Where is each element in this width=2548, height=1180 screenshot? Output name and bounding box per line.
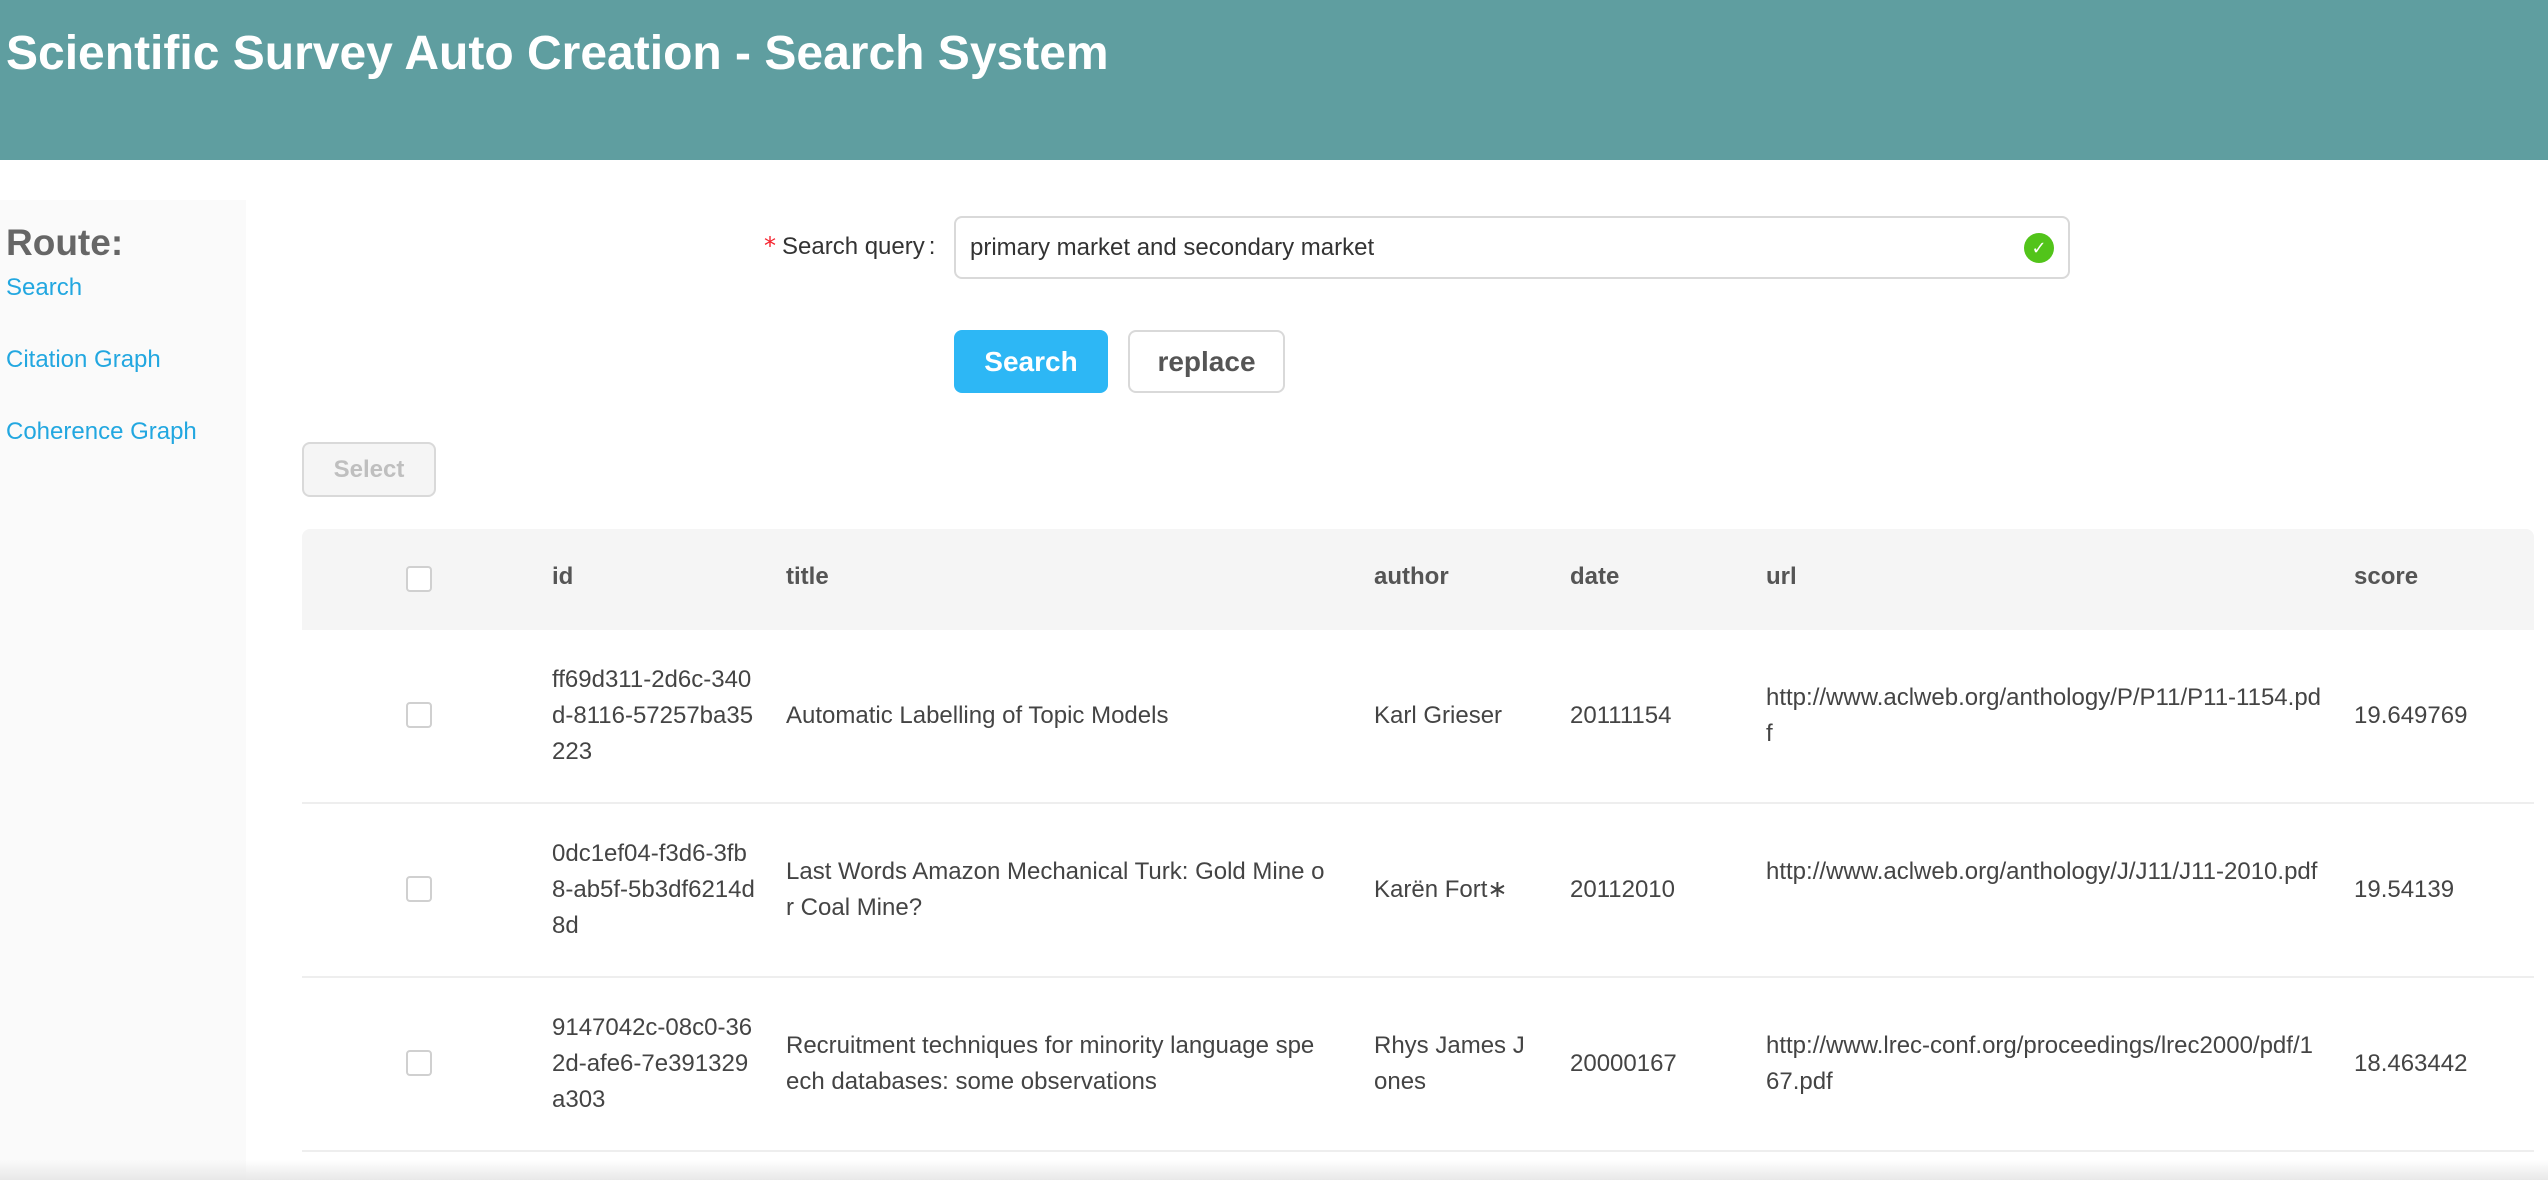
column-header-date[interactable]: date xyxy=(1570,563,1619,591)
cell-title: Automatic Labelling of Topic Models xyxy=(786,702,1169,729)
search-query-label-colon: : xyxy=(928,233,936,260)
cell-title: Recruitment techniques for minority lang… xyxy=(786,1032,1315,1095)
column-header-url[interactable]: url xyxy=(1766,563,1797,591)
cell-id: ff69d311-2d6c-340d-8116-57257ba35223 xyxy=(552,666,754,765)
page-bottom-shadow xyxy=(0,1160,2548,1180)
cell-date: 20112010 xyxy=(1570,876,1675,903)
replace-button[interactable]: replace xyxy=(1128,330,1285,393)
cell-title: Last Words Amazon Mechanical Turk: Gold … xyxy=(786,858,1325,921)
search-input[interactable] xyxy=(970,218,1970,277)
search-query-label-text: Search query xyxy=(782,233,925,260)
column-header-id[interactable]: id xyxy=(552,563,573,591)
column-header-author[interactable]: author xyxy=(1374,563,1449,591)
row-checkbox[interactable] xyxy=(406,702,432,728)
row-checkbox[interactable] xyxy=(406,876,432,902)
column-header-score[interactable]: score xyxy=(2354,563,2418,591)
cell-url: http://www.aclweb.org/anthology/P/P11/P1… xyxy=(1766,684,2322,747)
cell-score: 19.54139 xyxy=(2354,876,2455,903)
cell-url: http://www.lrec-conf.org/proceedings/lre… xyxy=(1766,1032,2313,1095)
sidebar: Route: Search Citation Graph Coherence G… xyxy=(0,200,246,1180)
table-header: id title author date url score xyxy=(302,529,2534,630)
cell-id: 9147042c-08c0-362d-afe6-7e391329a303 xyxy=(552,1014,753,1113)
sidebar-item-coherence-graph[interactable]: Coherence Graph xyxy=(6,418,197,446)
cell-url: http://www.aclweb.org/anthology/J/J11/J1… xyxy=(1766,858,2318,885)
cell-score: 19.649769 xyxy=(2354,702,2468,729)
required-mark: * xyxy=(764,232,776,260)
check-circle-icon: ✓ xyxy=(2024,233,2054,263)
sidebar-item-search[interactable]: Search xyxy=(6,274,82,302)
cell-author: Karl Grieser xyxy=(1374,702,1503,729)
cell-author: Rhys James Jones xyxy=(1374,1032,1525,1095)
select-button[interactable]: Select xyxy=(302,442,436,497)
search-query-label: * Search query: xyxy=(764,232,935,261)
sidebar-item-citation-graph[interactable]: Citation Graph xyxy=(6,346,161,374)
search-input-wrapper: ✓ xyxy=(954,216,2070,279)
sidebar-title: Route: xyxy=(6,222,124,263)
cell-date: 20000167 xyxy=(1570,1050,1677,1077)
table-row[interactable]: 0dc1ef04-f3d6-3fb8-ab5f-5b3df6214d8d Las… xyxy=(302,804,2534,978)
select-all-checkbox[interactable] xyxy=(406,566,432,592)
row-checkbox[interactable] xyxy=(406,1050,432,1076)
app-header: Scientific Survey Auto Creation - Search… xyxy=(0,0,2548,160)
cell-date: 20111154 xyxy=(1570,702,1672,729)
results-table: id title author date url score ff69d311-… xyxy=(302,529,2534,1152)
cell-id: 0dc1ef04-f3d6-3fb8-ab5f-5b3df6214d8d xyxy=(552,840,755,939)
cell-author: Karën Fort∗ xyxy=(1374,876,1508,903)
app-title: Scientific Survey Auto Creation - Search… xyxy=(6,27,1109,80)
table-row[interactable]: ff69d311-2d6c-340d-8116-57257ba35223 Aut… xyxy=(302,630,2534,804)
search-button[interactable]: Search xyxy=(954,330,1108,393)
table-row[interactable]: 9147042c-08c0-362d-afe6-7e391329a303 Rec… xyxy=(302,978,2534,1152)
cell-score: 18.463442 xyxy=(2354,1050,2468,1077)
column-header-title[interactable]: title xyxy=(786,563,829,591)
